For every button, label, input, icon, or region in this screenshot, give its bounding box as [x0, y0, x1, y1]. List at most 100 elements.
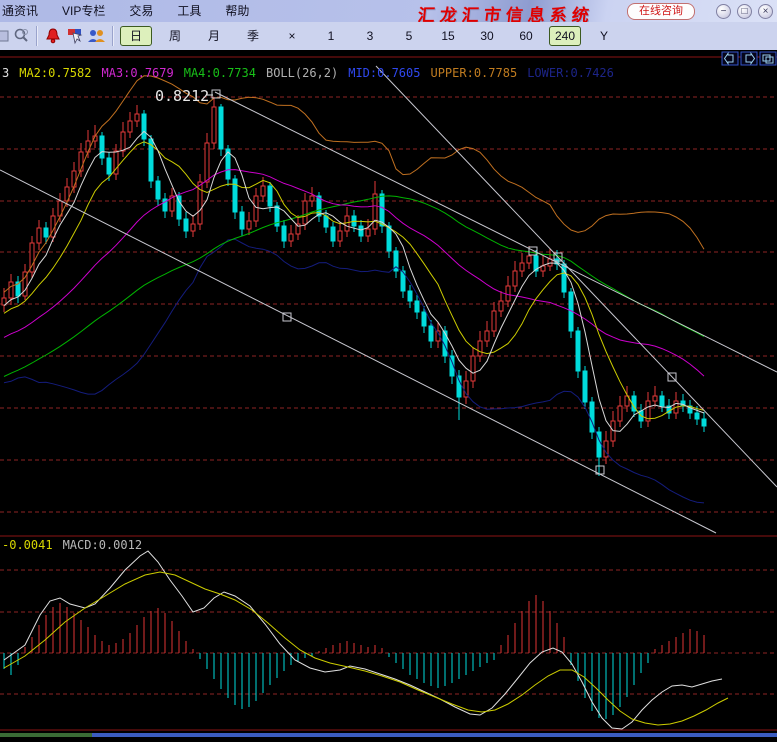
candle-body [562, 264, 566, 292]
period-button-日[interactable]: 日 [120, 26, 152, 46]
indicator-token: 3 [2, 66, 9, 80]
dif-line [4, 551, 722, 729]
candle-body [422, 312, 426, 326]
menu-item-3[interactable]: 工具 [165, 0, 213, 22]
chart-svg[interactable]: 0.82123MA2:0.7582MA3:0.7679MA4:0.7734BOL… [0, 50, 777, 737]
period-button-月[interactable]: 月 [198, 26, 230, 46]
candle-body [107, 158, 111, 174]
period-button-5[interactable]: 5 [393, 26, 425, 46]
candle-body [429, 326, 433, 341]
candle-body [492, 311, 496, 331]
bell-icon[interactable] [42, 25, 64, 47]
candle-body [324, 216, 328, 227]
candle-body [282, 226, 286, 241]
period-button-15[interactable]: 15 [432, 26, 464, 46]
candle-body [576, 331, 580, 371]
toolbar-divider [112, 26, 114, 46]
indicator-token: MID:0.7605 [348, 66, 420, 80]
candle-body [184, 219, 188, 231]
magnifier-icon[interactable] [10, 25, 32, 47]
users-icon[interactable] [86, 25, 108, 47]
candle-body [191, 224, 195, 231]
candle-body [660, 396, 664, 406]
minimize-button[interactable]: − [716, 4, 731, 19]
indicator-token: -0.0041 [2, 538, 53, 552]
chart-area[interactable]: 0.82123MA2:0.7582MA3:0.7679MA4:0.7734BOL… [0, 50, 777, 737]
candle-body [653, 396, 657, 401]
menu-item-2[interactable]: 交易 [117, 0, 165, 22]
period-button-240[interactable]: 240 [549, 26, 581, 46]
menu-item-4[interactable]: 帮助 [213, 0, 261, 22]
online-consult-button[interactable]: 在线咨询 [627, 3, 695, 20]
indicator-token: UPPER:0.7785 [430, 66, 517, 80]
toolbar: 日周月季 × 135 15 30 60 240 Y [0, 22, 777, 51]
candle-body [499, 301, 503, 311]
period-button-×[interactable]: × [276, 26, 308, 46]
trend-line-0[interactable] [0, 170, 716, 533]
candle-body [240, 212, 244, 229]
toolbar-divider [36, 26, 38, 46]
candle-body [520, 263, 524, 271]
period-button-季[interactable]: 季 [237, 26, 269, 46]
period-button-Y[interactable]: Y [588, 26, 620, 46]
close-button[interactable]: × [758, 4, 773, 19]
candle-body [583, 371, 587, 402]
indicator-text: 3MA2:0.7582MA3:0.7679MA4:0.7734BOLL(26,2… [2, 66, 614, 80]
candle-body [9, 282, 13, 298]
menu-item-0[interactable]: 通资讯 [0, 0, 50, 22]
candle-body [72, 171, 76, 187]
period-button-group: 日周月季 × 135 15 30 60 240 Y [120, 26, 620, 46]
period-button-3[interactable]: 3 [354, 26, 386, 46]
candle-body [289, 234, 293, 241]
candle-body [359, 226, 363, 236]
indicator-token: LOWER:0.7426 [527, 66, 614, 80]
period-button-30[interactable]: 30 [471, 26, 503, 46]
candle-body [527, 256, 531, 263]
candle-body [156, 181, 160, 199]
indicator-token: MA2:0.7582 [19, 66, 91, 80]
candle-body [100, 136, 104, 158]
candle-body [128, 121, 132, 132]
candle-body [513, 271, 517, 286]
menu-bar: 通资讯VIP专栏交易工具帮助 [0, 0, 261, 22]
candle-body [387, 226, 391, 251]
candle-body [86, 141, 90, 152]
candle-body [177, 196, 181, 219]
candle-body [478, 341, 482, 356]
candle-body [331, 227, 335, 241]
candle-body [408, 291, 412, 301]
candle-body [338, 231, 342, 241]
indicator-token: MACD:0.0012 [63, 538, 142, 552]
candle-body [212, 107, 216, 143]
status-green-segment [0, 733, 92, 737]
indicator-token: MA3:0.7679 [101, 66, 173, 80]
candle-body [205, 143, 209, 182]
candle-body [506, 286, 510, 301]
period-button-60[interactable]: 60 [510, 26, 542, 46]
bottom-status-bar [0, 733, 777, 737]
candle-body [121, 132, 125, 151]
candle-body [254, 196, 258, 221]
candle-body [373, 194, 377, 229]
boll-upper-line [4, 76, 704, 292]
indicator-text: -0.0041 MACD:0.0012 [2, 538, 142, 552]
candle-body [695, 413, 699, 419]
candle-body [702, 419, 706, 426]
period-button-1[interactable]: 1 [315, 26, 347, 46]
indicator-token: BOLL(26,2) [266, 66, 338, 80]
menu-item-1[interactable]: VIP专栏 [50, 0, 117, 22]
candle-body [247, 221, 251, 229]
candle-body [37, 228, 41, 243]
candle-body [485, 331, 489, 341]
candle-body [366, 229, 370, 236]
candle-body [303, 201, 307, 224]
candle-body [618, 406, 622, 421]
partial-icon[interactable] [0, 25, 10, 47]
period-button-周[interactable]: 周 [159, 26, 191, 46]
trend-line-2[interactable] [376, 66, 777, 487]
candle-body [471, 356, 475, 381]
hand-pointer-icon[interactable] [64, 25, 86, 47]
candle-body [44, 228, 48, 237]
candle-body [310, 196, 314, 201]
maximize-button[interactable]: □ [737, 4, 752, 19]
